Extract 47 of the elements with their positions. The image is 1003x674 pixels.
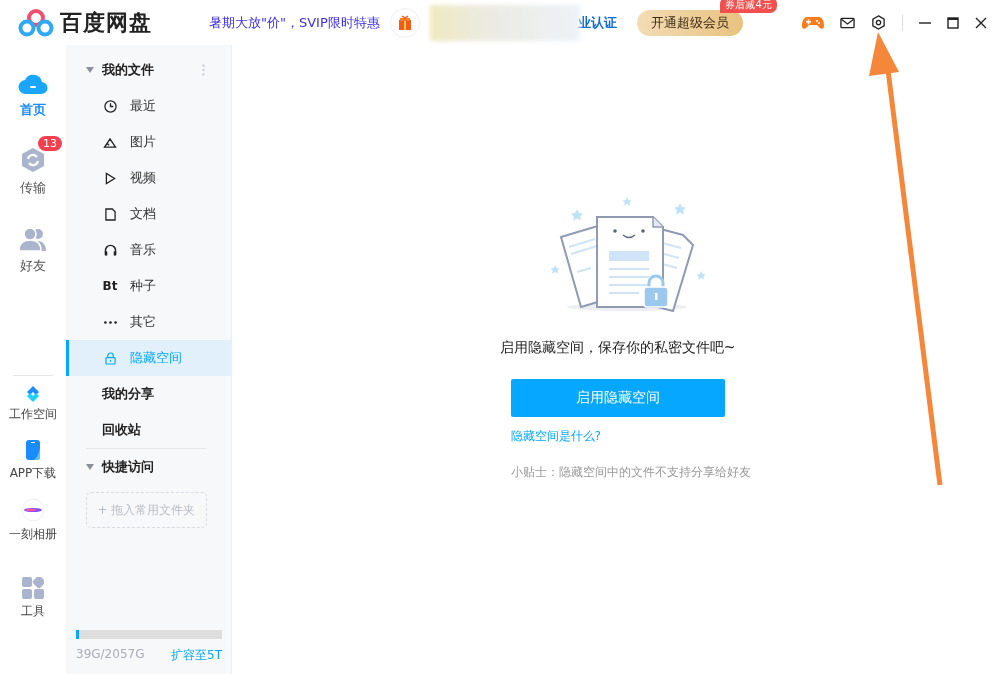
headphones-icon bbox=[103, 244, 117, 256]
empty-state-message: 启用隐藏空间，保存你的私密文件吧~ bbox=[499, 339, 736, 357]
bt-label: Bt bbox=[102, 279, 118, 293]
sidebar-item[interactable]: 音乐 bbox=[66, 232, 231, 268]
sidebar-item[interactable]: 图片 bbox=[66, 124, 231, 160]
tip-text: 小贴士：隐藏空间中的文件不支持分享给好友 bbox=[510, 464, 751, 481]
mountain-icon bbox=[103, 136, 117, 148]
vip-button[interactable]: 开通超级会员 bbox=[636, 9, 743, 36]
cloud-icon bbox=[18, 73, 48, 95]
sidebar-item[interactable]: 最近 bbox=[66, 88, 231, 124]
enterprise-link[interactable]: 业认证 bbox=[577, 13, 617, 32]
rail-item[interactable]: 工具 bbox=[9, 577, 57, 620]
sidebar-item[interactable]: Bt 种子 bbox=[66, 268, 231, 304]
sidebar-item[interactable]: 其它 bbox=[66, 304, 231, 340]
sidebar-link[interactable]: 回收站 bbox=[66, 412, 231, 448]
sidebar-item[interactable]: 文档 bbox=[66, 196, 231, 232]
count-badge: 13 bbox=[38, 136, 62, 151]
coupon-badge: 券后减4元 bbox=[720, 0, 777, 13]
rail-item[interactable]: 工作空间 bbox=[9, 386, 57, 423]
mail-icon[interactable] bbox=[840, 16, 855, 29]
sidebar-item[interactable]: 视频 bbox=[66, 160, 231, 196]
maximize-icon[interactable] bbox=[947, 16, 959, 29]
gift-icon bbox=[396, 14, 413, 31]
gift-button[interactable] bbox=[389, 7, 420, 38]
rail-item[interactable]: 好友 bbox=[8, 215, 58, 275]
more-icon bbox=[103, 320, 117, 324]
play-icon bbox=[104, 171, 116, 185]
cloud-logo-icon bbox=[18, 8, 54, 37]
grid-icon bbox=[22, 577, 44, 599]
app-title: 百度网盘 bbox=[60, 8, 152, 37]
rail-item[interactable]: APP下载 bbox=[9, 439, 57, 482]
clock-icon bbox=[103, 99, 117, 113]
people-icon bbox=[19, 227, 47, 251]
phone-icon bbox=[25, 439, 41, 461]
settings-icon[interactable] bbox=[871, 15, 886, 30]
storage-usage: 39G/2057G bbox=[76, 647, 145, 663]
document-icon bbox=[104, 207, 116, 221]
gamepad-icon[interactable] bbox=[802, 14, 824, 31]
section-header[interactable]: 我的文件 bbox=[66, 52, 231, 88]
album-icon bbox=[21, 498, 45, 522]
close-icon[interactable] bbox=[975, 16, 987, 29]
sidebar-link[interactable]: 我的分享 bbox=[66, 376, 231, 412]
sync-icon bbox=[20, 147, 46, 173]
promo-link[interactable]: 暑期大放"价"，SVIP限时特惠 bbox=[209, 13, 380, 32]
section-header[interactable]: 快捷访问 bbox=[66, 449, 231, 485]
rail-item[interactable]: 一刻相册 bbox=[9, 498, 57, 543]
lock-icon bbox=[104, 351, 116, 365]
